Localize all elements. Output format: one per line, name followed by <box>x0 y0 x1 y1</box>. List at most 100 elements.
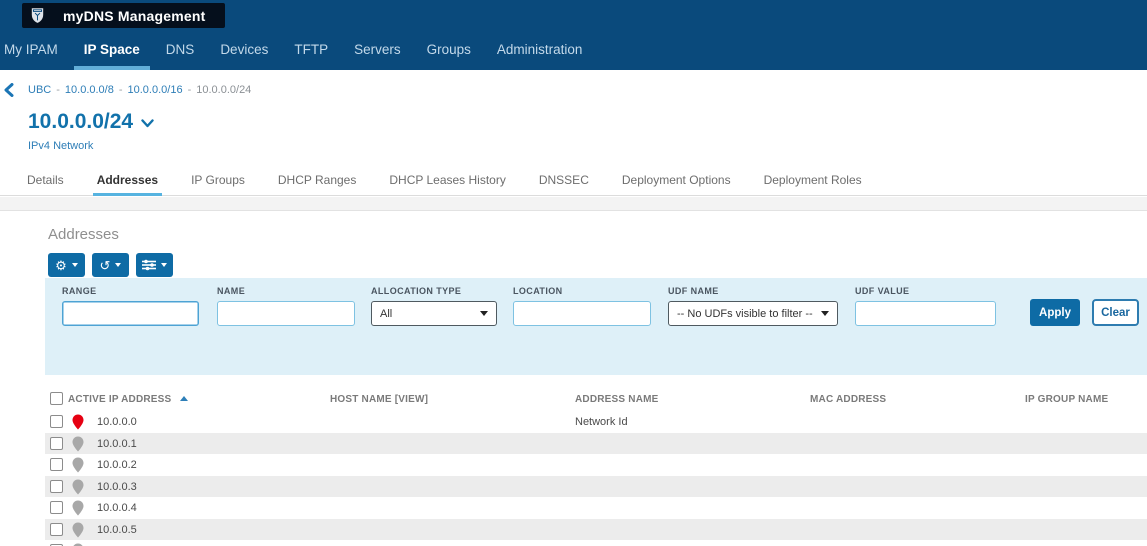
breadcrumb-link-slash16[interactable]: 10.0.0.0/16 <box>128 84 183 96</box>
free-address-pin-icon <box>72 522 84 538</box>
free-address-pin-icon <box>72 500 84 516</box>
tab-bar: Details Addresses IP Groups DHCP Ranges … <box>0 168 1147 196</box>
ip-address-cell: 10.0.0.5 <box>97 524 137 536</box>
app-logo[interactable]: myDNS Management <box>22 3 225 28</box>
range-input[interactable] <box>62 301 199 326</box>
nav-item-my-ipam[interactable]: My IPAM <box>4 30 58 70</box>
page-title-row: 10.0.0.0/24 <box>28 110 154 134</box>
sliders-icon <box>142 259 156 271</box>
sort-ascending-icon <box>180 396 188 401</box>
row-checkbox[interactable] <box>50 480 63 493</box>
clear-button[interactable]: Clear <box>1092 299 1139 326</box>
tab-deployment-roles[interactable]: Deployment Roles <box>764 168 862 195</box>
location-input[interactable] <box>513 301 651 326</box>
free-address-pin-icon <box>72 436 84 452</box>
column-header-ip-group-name[interactable]: IP GROUP NAME <box>1025 394 1108 405</box>
nav-item-tftp[interactable]: TFTP <box>294 30 328 70</box>
select-arrow-icon <box>480 311 488 316</box>
main-nav: My IPAM IP Space DNS Devices TFTP Server… <box>0 30 1147 70</box>
apply-button[interactable]: Apply <box>1030 299 1080 326</box>
udf-name-select[interactable]: -- No UDFs visible to filter -- <box>668 301 838 326</box>
history-menu-button[interactable]: ↺ <box>92 253 129 277</box>
row-checkbox[interactable] <box>50 415 63 428</box>
filter-field-name: NAME <box>217 286 355 326</box>
udf-value-label: UDF VALUE <box>855 286 996 296</box>
table-row[interactable]: 10.0.0.2 <box>45 454 1147 476</box>
nav-item-devices[interactable]: Devices <box>220 30 268 70</box>
ip-address-cell: 10.0.0.2 <box>97 459 137 471</box>
breadcrumb-current: 10.0.0.0/24 <box>196 84 251 96</box>
nav-item-administration[interactable]: Administration <box>497 30 583 70</box>
addresses-toolbar: ⚙ ↺ <box>48 253 173 277</box>
section-heading: Addresses <box>48 226 119 243</box>
tab-dhcp-leases-history[interactable]: DHCP Leases History <box>389 168 505 195</box>
breadcrumb-separator: - <box>56 84 60 96</box>
row-checkbox[interactable] <box>50 458 63 471</box>
chevron-down-icon <box>115 263 121 267</box>
select-all-checkbox[interactable] <box>50 392 63 405</box>
tab-subheader-band <box>0 197 1147 211</box>
page-title: 10.0.0.0/24 <box>28 110 133 134</box>
filter-field-location: LOCATION <box>513 286 651 326</box>
page-subtitle: IPv4 Network <box>28 140 93 152</box>
table-row[interactable]: 10.0.0.3 <box>45 476 1147 498</box>
top-bar: myDNS Management <box>0 0 1147 30</box>
network-id-pin-icon <box>72 414 84 430</box>
tab-details[interactable]: Details <box>27 168 64 195</box>
title-chevron-down-icon[interactable] <box>141 119 154 128</box>
gear-icon: ⚙ <box>55 259 67 272</box>
table-row[interactable]: 10.0.0.0 Network Id <box>45 411 1147 433</box>
filter-field-udf-value: UDF VALUE <box>855 286 996 326</box>
table-row[interactable]: 10.0.0.5 <box>45 519 1147 541</box>
tab-deployment-options[interactable]: Deployment Options <box>622 168 731 195</box>
location-label: LOCATION <box>513 286 651 296</box>
settings-menu-button[interactable]: ⚙ <box>48 253 85 277</box>
breadcrumb-separator: - <box>188 84 192 96</box>
tab-dnssec[interactable]: DNSSEC <box>539 168 589 195</box>
range-label: RANGE <box>62 286 199 296</box>
allocation-type-select[interactable]: All <box>371 301 497 326</box>
tab-addresses[interactable]: Addresses <box>97 168 158 195</box>
tab-dhcp-ranges[interactable]: DHCP Ranges <box>278 168 356 195</box>
history-icon: ↺ <box>100 259 111 272</box>
ubc-crest-icon <box>31 7 44 24</box>
filter-field-udf-name: UDF NAME -- No UDFs visible to filter -- <box>668 286 838 326</box>
breadcrumb-link-slash8[interactable]: 10.0.0.0/8 <box>65 84 114 96</box>
column-header-active-ip-address[interactable]: ACTIVE IP ADDRESS <box>68 394 188 405</box>
table-row[interactable]: 10.0.0.1 <box>45 433 1147 455</box>
nav-item-groups[interactable]: Groups <box>427 30 471 70</box>
table-row[interactable]: 10.0.0.4 <box>45 497 1147 519</box>
nav-item-dns[interactable]: DNS <box>166 30 195 70</box>
udf-name-label: UDF NAME <box>668 286 838 296</box>
free-address-pin-icon <box>72 457 84 473</box>
tab-ip-groups[interactable]: IP Groups <box>191 168 245 195</box>
app-title: myDNS Management <box>63 8 205 24</box>
allocation-type-label: ALLOCATION TYPE <box>371 286 497 296</box>
table-row-partial[interactable] <box>45 540 1147 546</box>
name-label: NAME <box>217 286 355 296</box>
name-input[interactable] <box>217 301 355 326</box>
udf-value-input[interactable] <box>855 301 996 326</box>
back-chevron-icon[interactable] <box>3 83 15 97</box>
free-address-pin-icon <box>72 479 84 495</box>
ip-address-cell: 10.0.0.4 <box>97 502 137 514</box>
filter-menu-button[interactable] <box>136 253 173 277</box>
row-checkbox[interactable] <box>50 501 63 514</box>
udf-name-value: -- No UDFs visible to filter -- <box>677 308 813 320</box>
breadcrumb-link-ubc[interactable]: UBC <box>28 84 51 96</box>
ip-address-cell: 10.0.0.3 <box>97 481 137 493</box>
nav-item-servers[interactable]: Servers <box>354 30 401 70</box>
ip-address-cell: 10.0.0.0 <box>97 416 137 428</box>
column-header-host-name[interactable]: HOST NAME [VIEW] <box>330 394 428 405</box>
filter-panel: RANGE NAME ALLOCATION TYPE All LOCATION … <box>45 278 1147 375</box>
addresses-table: ACTIVE IP ADDRESS HOST NAME [VIEW] ADDRE… <box>45 390 1147 546</box>
nav-item-ip-space[interactable]: IP Space <box>84 30 140 70</box>
row-checkbox[interactable] <box>50 437 63 450</box>
column-header-address-name[interactable]: ADDRESS NAME <box>575 394 659 405</box>
app-window: myDNS Management My IPAM IP Space DNS De… <box>0 0 1147 546</box>
row-checkbox[interactable] <box>50 523 63 536</box>
select-arrow-icon <box>821 311 829 316</box>
column-header-mac-address[interactable]: MAC ADDRESS <box>810 394 886 405</box>
ip-address-cell: 10.0.0.1 <box>97 438 137 450</box>
allocation-type-value: All <box>380 308 392 320</box>
